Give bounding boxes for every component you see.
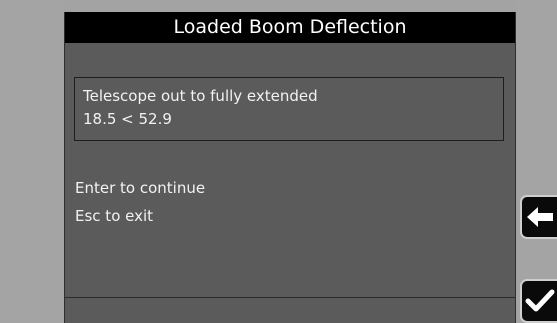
dialog-title: Loaded Boom Deflection [65,12,515,43]
left-bezel [0,0,64,323]
message-box: Telescope out to fully extended 18.5 < 5… [74,77,504,141]
enter-button[interactable] [520,279,557,323]
right-bezel [516,0,557,323]
left-arrow-icon [526,207,553,227]
divider [65,297,515,298]
message-line-2: 18.5 < 52.9 [83,110,172,128]
back-button[interactable] [520,195,557,239]
message-line-1: Telescope out to fully extended [83,87,318,105]
checkmark-icon [525,289,554,312]
dialog-panel: Loaded Boom Deflection Telescope out to … [64,12,516,323]
instruction-exit: Esc to exit [75,207,154,225]
instructions: Enter to continue Esc to exit [75,174,205,230]
screen: Loaded Boom Deflection Telescope out to … [0,0,557,323]
instruction-continue: Enter to continue [75,179,206,197]
